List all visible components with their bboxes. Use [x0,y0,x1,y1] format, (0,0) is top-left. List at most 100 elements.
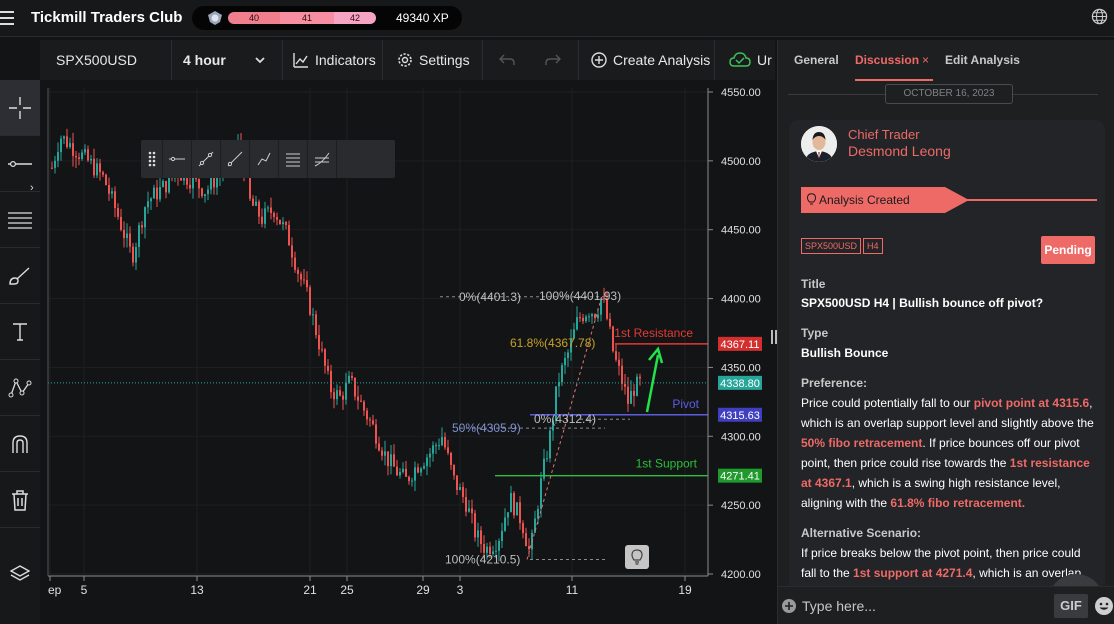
author-role: Chief Trader [848,127,920,142]
fib-retrace-icon[interactable] [279,140,308,178]
brand-title[interactable]: Tickmill Traders Club [31,9,182,26]
candle-body [591,314,593,317]
author-name[interactable]: Desmond Leong [848,143,951,159]
candle-body [297,269,299,275]
candle-body [318,335,320,350]
interval-selector[interactable]: 4 hour [172,40,283,80]
candle-body [618,359,620,366]
candle-body [417,467,419,473]
candle-body [321,349,323,351]
candle-body [507,512,509,518]
candle-body [63,136,65,139]
price-chart[interactable]: 0%(4401.3) 100%(4401.93) 61.8%(4367.78) 50%… [40,80,775,610]
y-tick-label: 4500.00 [721,156,761,168]
symbol-selector[interactable]: SPX500USD [40,40,172,80]
path-icon[interactable] [250,140,279,178]
fib-extension-icon[interactable] [308,140,337,178]
highlight-pivot: pivot point at 4315.6 [973,396,1090,410]
xp-total: 49340 XP [396,11,449,25]
candle-body [315,314,317,336]
add-circle-icon[interactable] [781,598,797,614]
candle-body [72,143,74,156]
candle-body [384,451,386,456]
candle-body [627,386,629,404]
candle-body [96,163,98,176]
tab-discussion[interactable]: Discussion [855,53,919,67]
candle-body [288,224,290,246]
close-icon[interactable]: × [922,53,929,67]
candle-body [129,233,131,247]
indicators-button[interactable]: Indicators [283,40,383,80]
fib-lines-icon [8,211,32,229]
lightbulb-icon[interactable] [625,545,649,569]
candle-body [153,187,155,199]
undo-icon[interactable] [499,53,515,67]
gif-button[interactable]: GIF [1054,594,1088,618]
candle-body [363,401,365,411]
candle-body [378,443,380,451]
create-analysis-button[interactable]: Create Analysis [579,40,715,80]
emoji-icon[interactable] [1094,596,1114,616]
candle-body [78,157,80,160]
candle-body [630,391,632,404]
x-tick-label: 29 [416,583,430,597]
candle-body [279,219,281,225]
date-separator: OCTOBER 16, 2023 [885,84,1013,104]
layers-tool[interactable] [0,546,40,602]
resistance-label: 1st Resistance [614,326,693,340]
support-price-tag: 4271.41 [720,471,760,483]
analysis-message: Chief Trader Desmond Leong Analysis Crea… [789,120,1105,624]
candle-body [582,317,584,322]
candle-body [192,176,194,189]
avatar[interactable] [801,126,837,162]
candle-body [468,508,470,512]
settings-button[interactable]: Settings [383,40,483,80]
magnet-icon [12,434,28,453]
redo-icon[interactable] [545,53,561,67]
globe-icon[interactable] [1091,8,1108,25]
tab-general[interactable]: General [794,53,839,67]
trendline-icon[interactable] [192,140,221,178]
candle-body [123,229,125,239]
candle-body [483,543,485,553]
trash-icon [12,489,28,511]
candle-body [504,517,506,531]
menu-icon[interactable] [0,11,16,25]
candle-body [366,410,368,420]
fib-label: 61.8%(4367.78) [510,336,595,350]
candle-body [609,318,611,327]
candle-body [426,457,428,467]
candle-body [255,201,257,206]
text-tool[interactable] [0,304,40,360]
crosshair-tool[interactable] [0,80,40,136]
candle-body [270,207,272,214]
symbol-tag: SPX500USD [801,238,862,254]
tab-edit-analysis[interactable]: Edit Analysis [945,53,1020,67]
candle-body [501,530,503,541]
candle-body [264,208,266,224]
candle-body [87,149,89,161]
cloud-button[interactable]: Ur [715,40,775,80]
delete-tool[interactable] [0,472,40,528]
candle-body [465,496,467,512]
level-segment: 42 [334,12,376,24]
candle-body [540,478,542,509]
candle-body [333,392,335,400]
x-tick-label: 5 [81,583,88,597]
support-label: 1st Support [636,457,698,471]
brush-tool[interactable] [0,248,40,304]
bounce-arrowhead [648,346,664,364]
hline-icon[interactable] [163,140,192,178]
candle-body [90,158,92,161]
candle-body [210,176,212,190]
ray-icon[interactable] [221,140,250,178]
line-tool[interactable] [0,136,40,192]
magnet-tool[interactable] [0,416,40,472]
candle-body [588,316,590,318]
bulb-icon [807,193,816,205]
candle-body [396,466,398,476]
message-input[interactable] [802,597,1032,615]
pattern-tool[interactable] [0,360,40,416]
fib-tool[interactable] [0,192,40,248]
drag-handle-icon[interactable] [141,140,163,178]
